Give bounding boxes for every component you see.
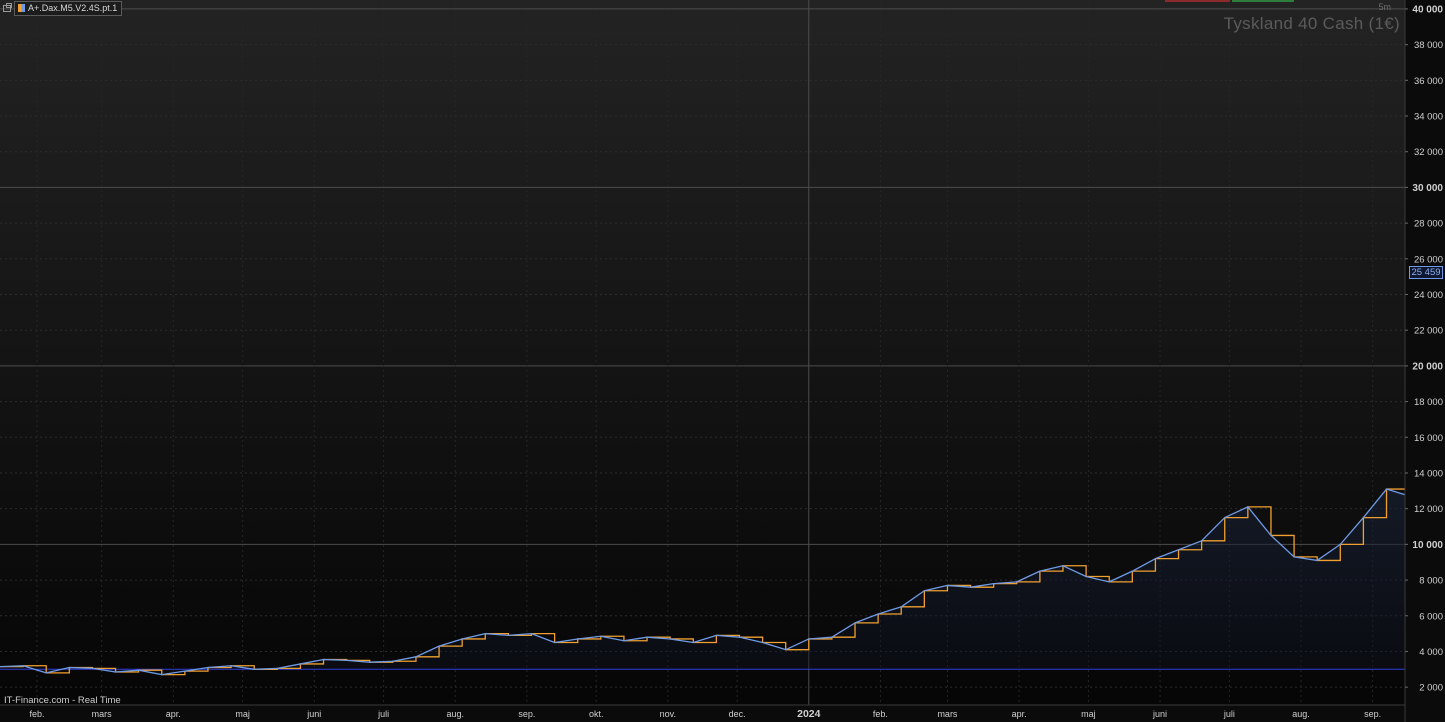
y-tick-label: 2 000 xyxy=(1419,683,1443,694)
x-tick-label: nov. xyxy=(660,709,676,719)
y-tick-label: 24 000 xyxy=(1414,290,1443,301)
time-axis-panel xyxy=(0,705,1405,722)
x-tick-label: juni xyxy=(306,709,321,719)
instrument-title: Tyskland 40 Cash (1€) xyxy=(1223,14,1400,33)
y-tick-label: 36 000 xyxy=(1414,76,1443,87)
y-tick-label: 14 000 xyxy=(1414,468,1443,479)
buy-bar xyxy=(1232,0,1294,2)
y-tick-label: 28 000 xyxy=(1414,219,1443,230)
x-tick-label: feb. xyxy=(29,709,44,719)
x-tick-label: feb. xyxy=(873,709,888,719)
x-tick-label: maj xyxy=(1081,709,1096,719)
x-tick-label: maj xyxy=(235,709,250,719)
x-tick-label: sep. xyxy=(1364,709,1381,719)
y-tick-label: 8 000 xyxy=(1419,576,1443,587)
restore-window-icon[interactable] xyxy=(3,2,12,12)
sell-bar xyxy=(1165,0,1230,2)
y-tick-label: 4 000 xyxy=(1419,647,1443,658)
indicator-color-icon xyxy=(18,4,25,12)
y-tick-label: 18 000 xyxy=(1414,397,1443,408)
y-tick-label: 10 000 xyxy=(1412,540,1443,551)
y-tick-label: 20 000 xyxy=(1412,361,1443,372)
y-tick-label: 40 000 xyxy=(1412,4,1443,15)
timeframe-label: 5m xyxy=(1378,2,1391,12)
y-tick-label: 16 000 xyxy=(1414,433,1443,444)
x-tick-label: apr. xyxy=(166,709,181,719)
x-tick-label: mars xyxy=(937,709,957,719)
x-tick-label: aug. xyxy=(1292,709,1310,719)
x-tick-label: dec. xyxy=(729,709,746,719)
x-tick-label: 2024 xyxy=(797,708,821,720)
indicator-tag-label: A+.Dax.M5.V2.4S.pt.1 xyxy=(28,3,118,13)
y-tick-label: 12 000 xyxy=(1414,504,1443,515)
y-tick-label: 6 000 xyxy=(1419,611,1443,622)
y-tick-label: 34 000 xyxy=(1414,112,1443,123)
equity-chart[interactable]: 2 000 4 000 6 000 8 000 10 000 12 000 14 000 16… xyxy=(0,0,1445,722)
y-tick-label: 38 000 xyxy=(1414,40,1443,51)
x-tick-label: juli xyxy=(1223,709,1235,719)
x-tick-label: juli xyxy=(377,709,389,719)
y-tick-label: 22 000 xyxy=(1414,326,1443,337)
chart-window: 2 000 4 000 6 000 8 000 10 000 12 000 14 000 16… xyxy=(0,0,1445,722)
indicator-tag[interactable]: A+.Dax.M5.V2.4S.pt.1 xyxy=(14,0,123,16)
x-tick-label: sep. xyxy=(518,709,535,719)
y-tick-label: 30 000 xyxy=(1412,183,1443,194)
x-tick-label: juni xyxy=(1152,709,1167,719)
data-source-label: IT-Finance.com - Real Time xyxy=(4,695,121,706)
x-tick-label: mars xyxy=(92,709,112,719)
chart-toolbar: A+.Dax.M5.V2.4S.pt.1 xyxy=(0,0,123,16)
x-tick-label: apr. xyxy=(1012,709,1027,719)
y-tick-label: 26 000 xyxy=(1414,254,1443,265)
x-tick-label: okt. xyxy=(589,709,604,719)
y-tick-label: 32 000 xyxy=(1414,147,1443,158)
last-value-tag: 25 459 xyxy=(1409,266,1443,279)
x-tick-label: aug. xyxy=(446,709,464,719)
